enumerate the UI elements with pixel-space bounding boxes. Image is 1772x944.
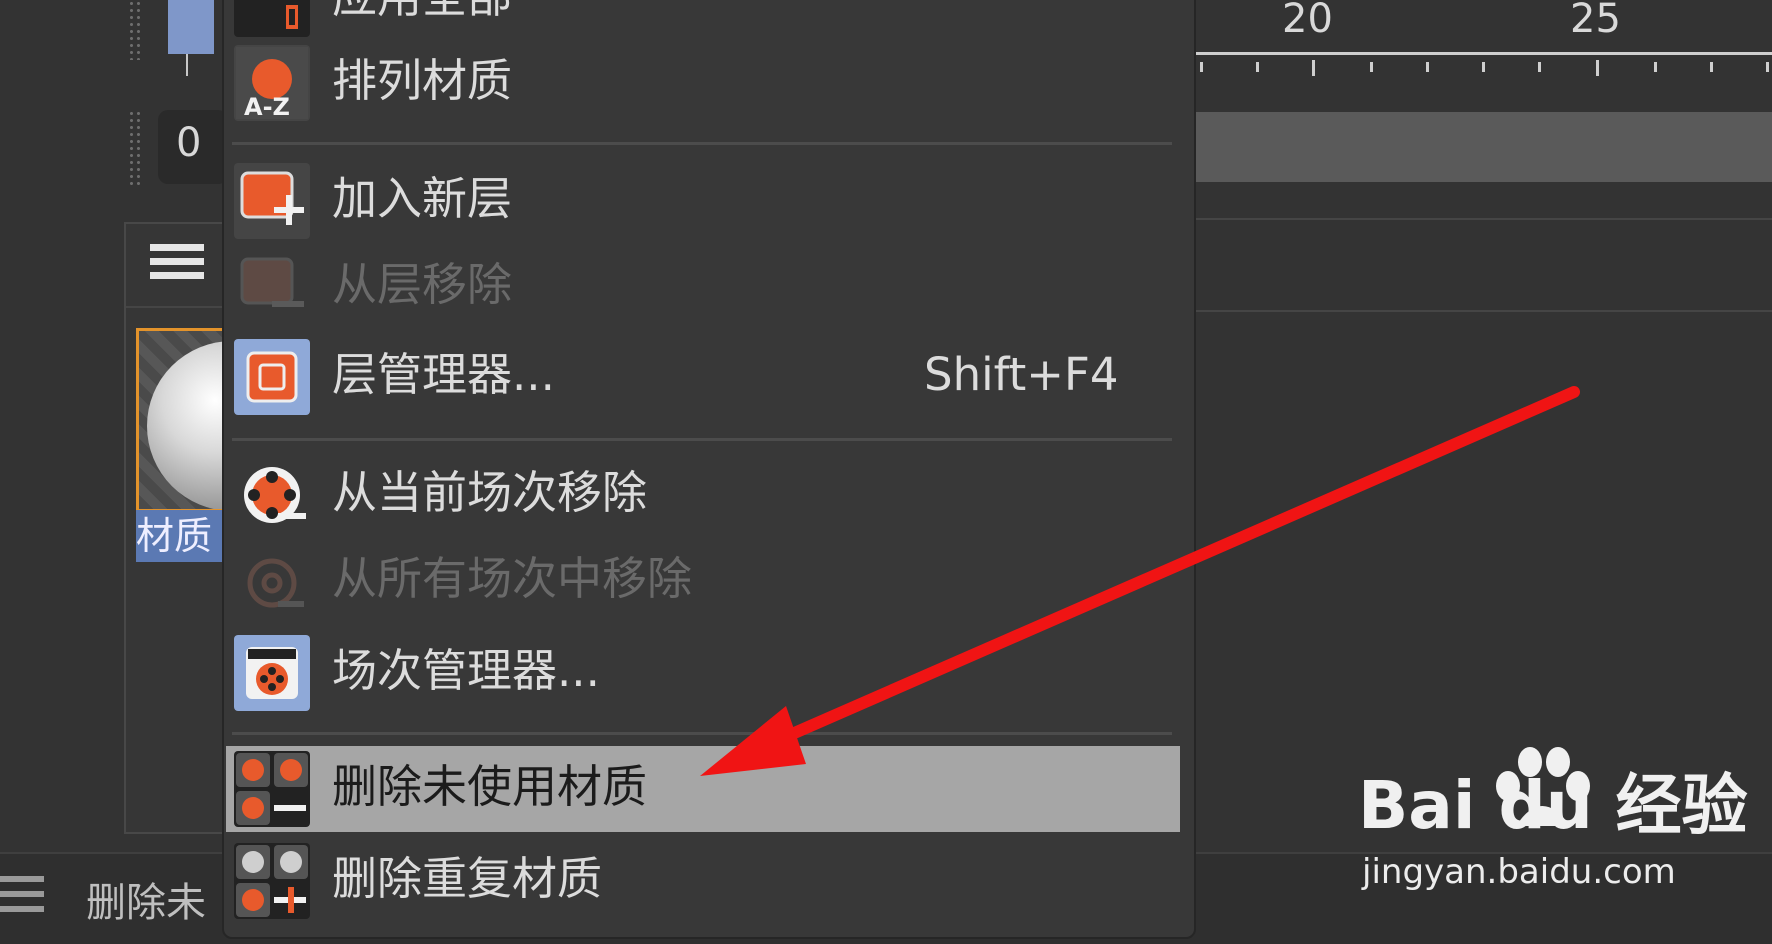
baidu-watermark: Bai du 经验 jingyan.baidu.com xyxy=(1358,747,1748,902)
watermark-logo-text: Bai du 经验 xyxy=(1358,767,1748,844)
watermark-url: jingyan.baidu.com xyxy=(1362,852,1676,892)
